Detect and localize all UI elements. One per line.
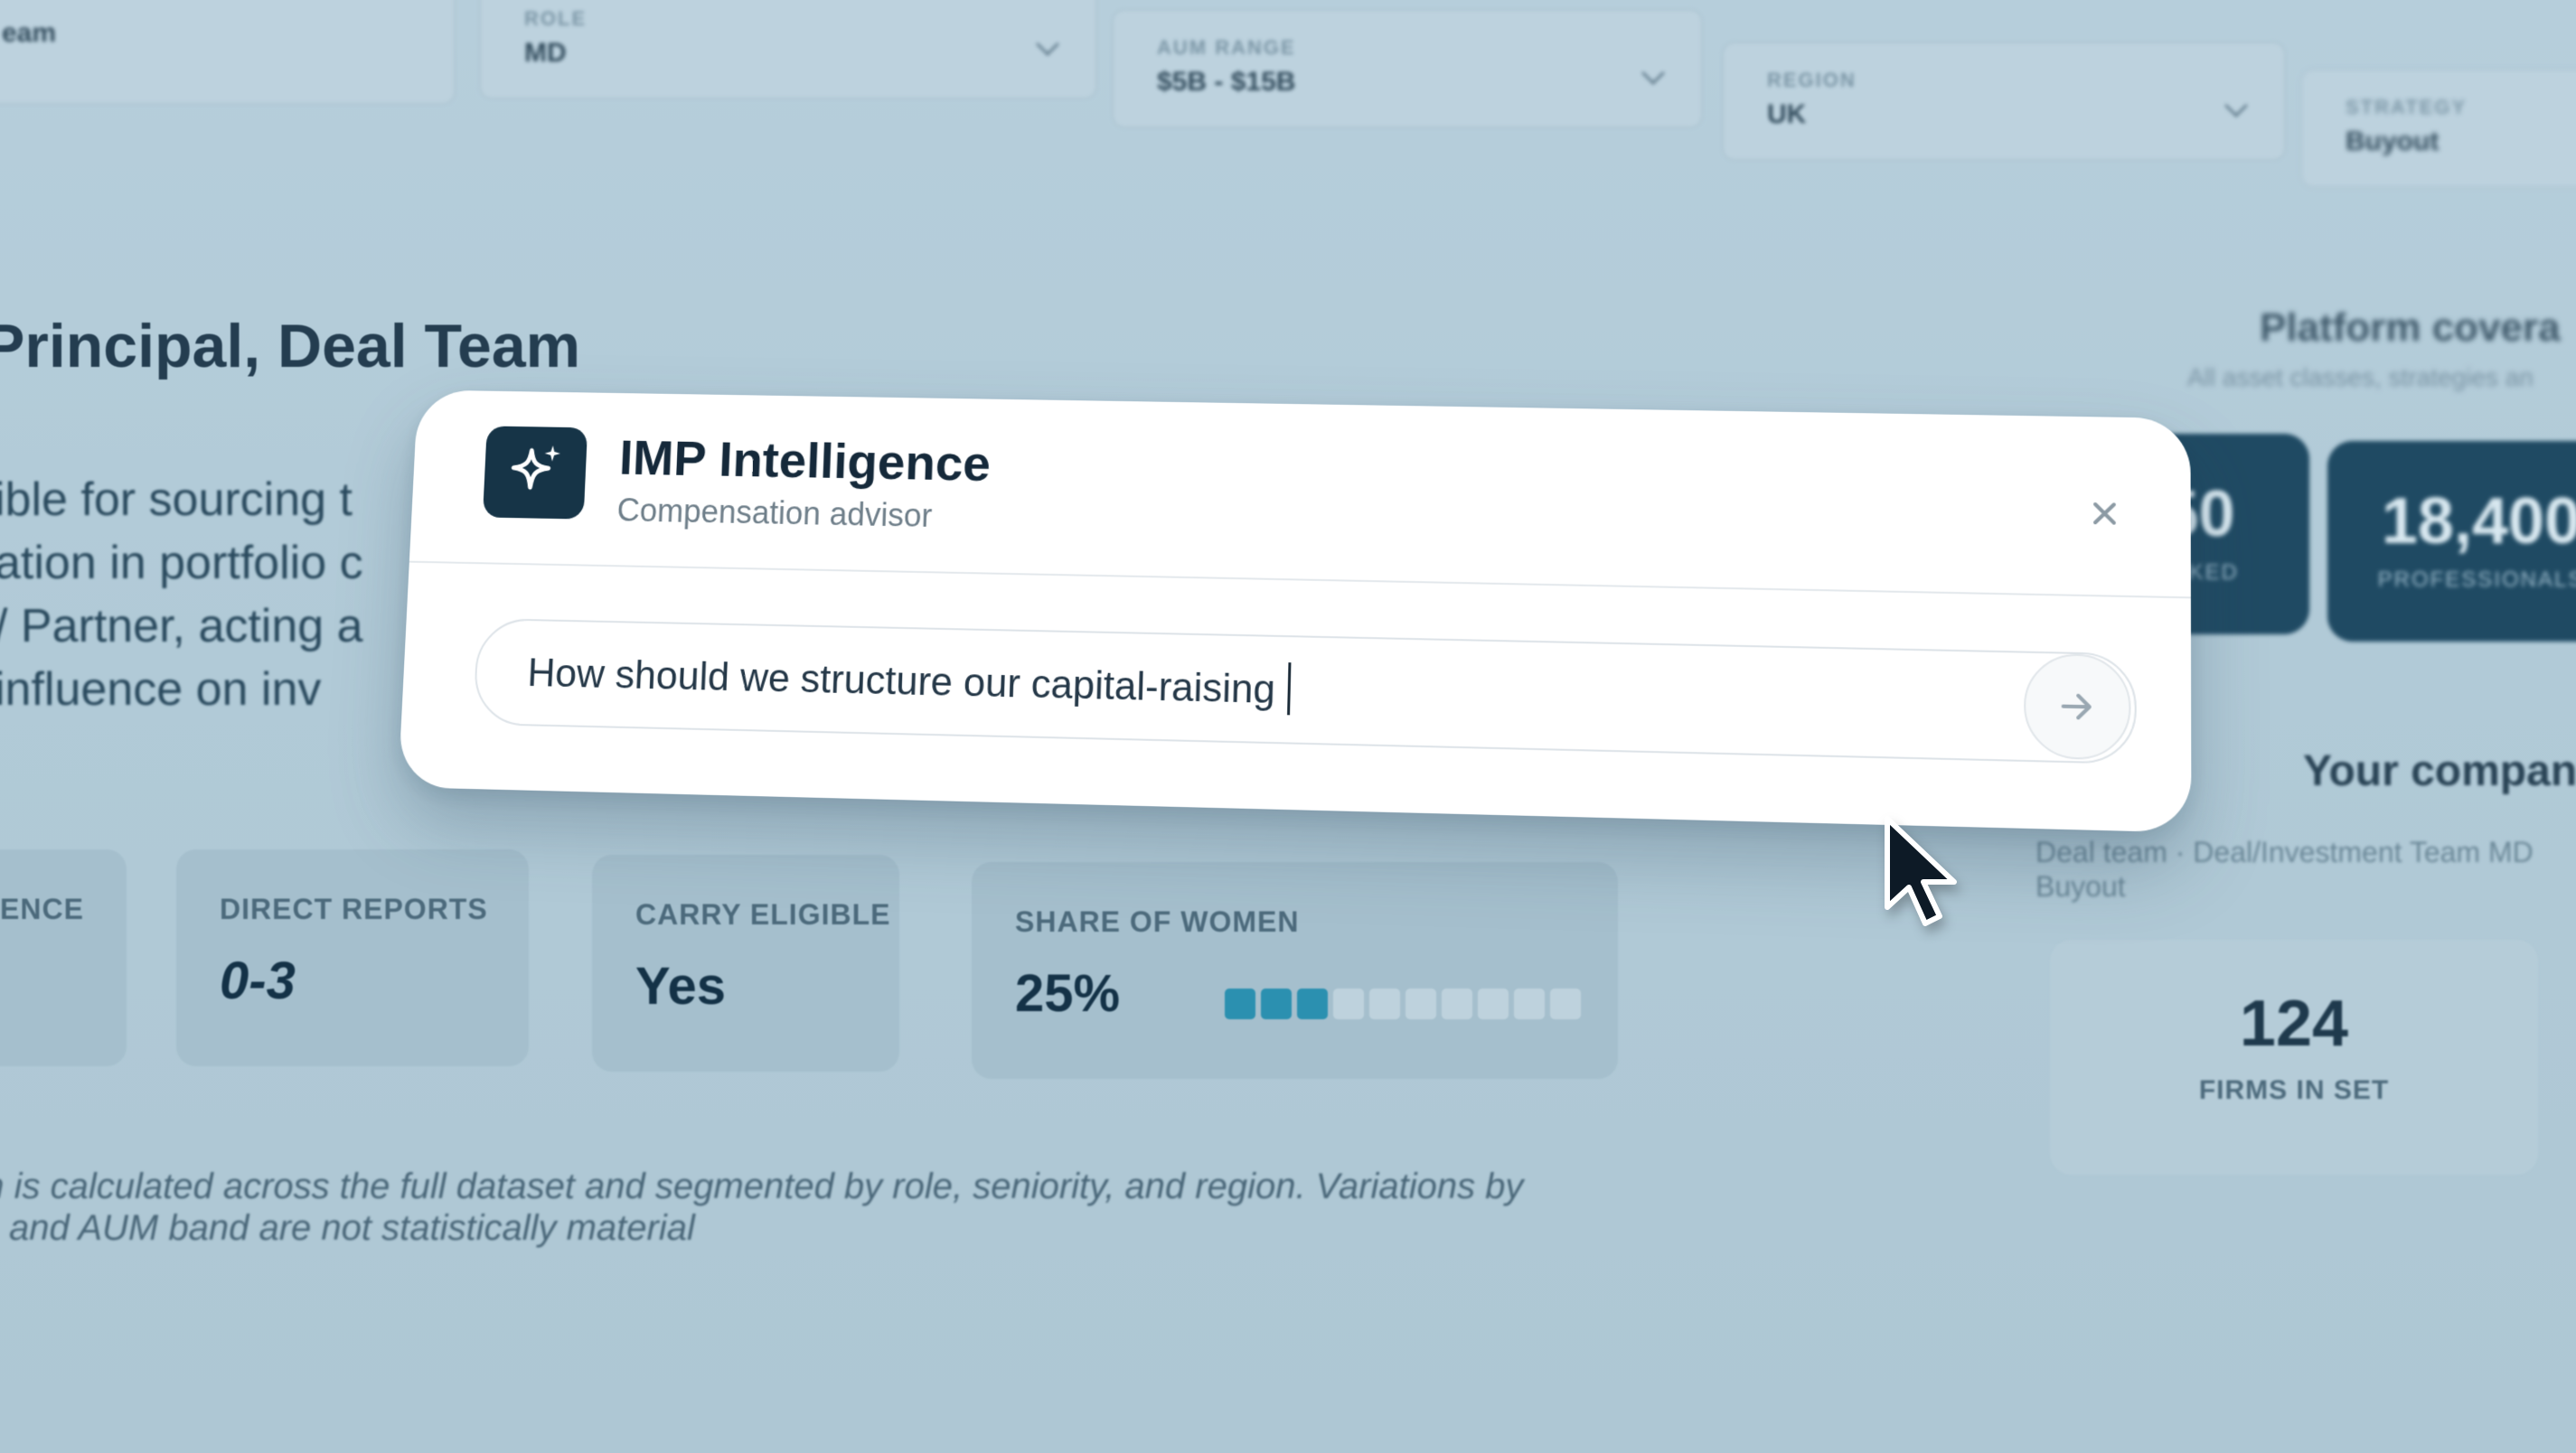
firms-in-set-card: 124 FIRMS IN SET <box>2050 940 2538 1175</box>
filter-strategy[interactable]: STRATEGY Buyout <box>2300 69 2576 188</box>
stat-label: SHARE OF WOMEN <box>1015 905 1300 938</box>
footnote-line: and AUM band are not statistically mater… <box>9 1208 695 1248</box>
sparkle-icon <box>482 426 588 520</box>
stat-label: CARRY ELIGIBLE <box>635 898 891 931</box>
mouse-pointer-icon <box>1885 816 1957 926</box>
description-line: ation in portfolio c <box>0 537 363 589</box>
stat-value: 25% <box>1015 964 1121 1023</box>
progress-segment <box>1225 989 1255 1019</box>
stat-card-experience: ENCE <box>0 849 127 1066</box>
stat-label: DIRECT REPORTS <box>220 893 488 925</box>
filter-value: UK <box>1767 99 1807 129</box>
description-line: ible for sourcing t <box>0 473 353 526</box>
chevron-down-icon <box>1036 33 1059 56</box>
progress-segment <box>1514 989 1545 1019</box>
platform-coverage-subtitle: All asset classes, strategies an <box>2187 363 2534 391</box>
progress-segment <box>1369 989 1400 1019</box>
methodology-footnote: on is calculated across the full dataset… <box>0 1166 1591 1249</box>
progress-segment <box>1261 989 1292 1019</box>
stat-card-carry-eligible: CARRY ELIGIBLE Yes <box>592 855 899 1072</box>
question-input[interactable] <box>524 645 1882 733</box>
progress-segment <box>1297 989 1328 1019</box>
filter-label: STRATEGY <box>2346 96 2468 118</box>
dialog-divider <box>409 560 2191 599</box>
stat-card-share-of-women: SHARE OF WOMEN 25% <box>972 862 1618 1079</box>
description-line: influence on inv <box>0 663 322 716</box>
filter-value: Buyout <box>2346 127 2440 156</box>
firms-label: FIRMS IN SET <box>2198 1075 2390 1105</box>
share-progress-bar <box>1225 989 1581 1019</box>
chevron-down-icon <box>1641 61 1665 85</box>
send-button[interactable] <box>2024 652 2131 761</box>
stat-card-direct-reports: DIRECT REPORTS 0-3 <box>176 849 529 1066</box>
progress-segment <box>1442 989 1472 1019</box>
filter-value: eam <box>2 18 57 48</box>
filter-label: AUM RANGE <box>1157 36 1296 59</box>
filter-region[interactable]: REGION UK <box>1722 42 2286 161</box>
arrow-right-icon <box>2055 685 2099 728</box>
stat-tile-professionals: 18,400 PROFESSIONALS <box>2327 441 2576 642</box>
filter-label: REGION <box>1767 69 1857 91</box>
role-description: ible for sourcing t ation in portfolio c… <box>0 468 465 721</box>
progress-segment <box>1333 989 1364 1019</box>
dialog-subtitle: Compensation advisor <box>616 492 933 534</box>
your-company-subtitle: Deal team · Deal/Investment Team MD Buyo… <box>2035 835 2534 904</box>
subtitle-line: Deal team · Deal/Investment Team MD <box>2035 836 2534 868</box>
filter-label: ROLE <box>524 7 588 30</box>
stat-value: Yes <box>635 957 726 1016</box>
progress-segment <box>1550 989 1581 1019</box>
filter-value: $5B - $15B <box>1157 67 1296 97</box>
dialog-title: IMP Intelligence <box>617 428 992 492</box>
filter-aum-range[interactable]: AUM RANGE $5B - $15B <box>1112 9 1703 128</box>
ai-advisor-dialog: IMP Intelligence Compensation advisor <box>398 389 2192 833</box>
tile-label: PROFESSIONALS <box>2377 567 2576 592</box>
subtitle-line: Buyout <box>2035 870 2126 903</box>
close-button[interactable] <box>2084 493 2125 534</box>
footnote-line: on is calculated across the full dataset… <box>0 1167 1524 1206</box>
progress-segment <box>1478 989 1509 1019</box>
question-input-box <box>472 617 2137 764</box>
your-company-title: Your compan <box>2303 747 2576 795</box>
stat-label: ENCE <box>0 893 84 925</box>
description-line: / Partner, acting a <box>0 600 363 652</box>
tile-value: 18,400 <box>2381 485 2576 558</box>
stat-value: 0-3 <box>220 951 296 1010</box>
filter-value: MD <box>524 38 567 68</box>
chevron-down-icon <box>2224 94 2248 117</box>
page-title: Principal, Deal Team <box>0 312 581 380</box>
platform-coverage-title: Platform covera <box>2260 305 2561 350</box>
firms-value: 124 <box>2239 988 2349 1060</box>
filter-team[interactable]: eam <box>0 0 456 105</box>
filter-role[interactable]: ROLE MD <box>479 0 1097 99</box>
close-icon <box>2092 501 2118 527</box>
progress-segment <box>1406 989 1436 1019</box>
